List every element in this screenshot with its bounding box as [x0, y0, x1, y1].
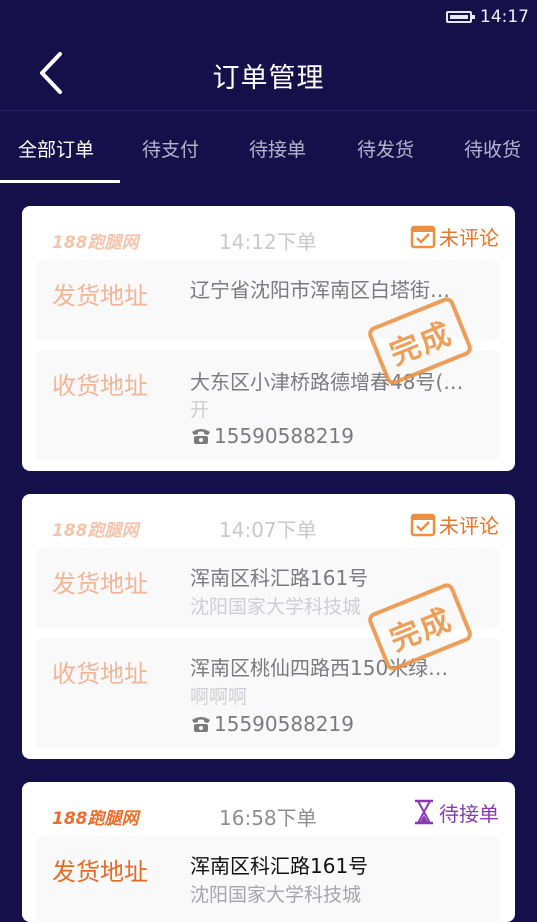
receiver-label: 收货地址 — [52, 372, 148, 400]
status-bar: 14:17 — [0, 0, 537, 36]
status-label: 未评论 — [439, 513, 499, 538]
sender-label: 发货地址 — [52, 570, 148, 598]
sender-address-detail: 沈阳国家大学科技城 — [190, 884, 362, 906]
status-label: 待接单 — [439, 801, 499, 826]
receiver-address-detail: 开 — [190, 399, 210, 421]
stamp-text: 完成 — [385, 602, 458, 659]
app-header: 订单管理 — [0, 36, 537, 110]
receiver-phone[interactable]: 15590588219 — [190, 424, 354, 448]
sender-label: 发货地址 — [52, 282, 148, 310]
phone-number: 15590588219 — [214, 424, 354, 448]
order-time: 16:58下单 — [219, 806, 317, 830]
order-card-header: 188跑腿网 14:12下单 未评论 — [22, 206, 515, 264]
review-status-button[interactable]: 未评论 — [410, 222, 499, 250]
status-label: 未评论 — [439, 225, 499, 250]
waiting-accept-status[interactable]: 待接单 — [412, 798, 499, 826]
telephone-icon — [192, 717, 210, 732]
battery-icon — [446, 11, 475, 23]
tab-pending-receive[interactable]: 待收货 — [464, 135, 521, 162]
tab-all-orders[interactable]: 全部订单 — [18, 135, 94, 162]
sender-label: 发货地址 — [52, 858, 148, 886]
sender-section: 发货地址 浑南区科汇路161号 沈阳国家大学科技城 — [36, 836, 500, 922]
telephone-icon — [192, 429, 210, 444]
order-card[interactable]: 188跑腿网 14:07下单 未评论 发货地址 浑南区科汇路161号 沈阳国家大… — [22, 494, 515, 759]
hourglass-icon — [415, 799, 433, 825]
tab-pending-ship[interactable]: 待发货 — [357, 135, 414, 162]
order-card-header: 188跑腿网 14:07下单 未评论 — [22, 494, 515, 552]
receiver-address: 大东区小津桥路德增春48号(… — [190, 370, 464, 394]
brand-logo: 188跑腿网 — [52, 233, 139, 253]
order-time: 14:07下单 — [219, 518, 317, 542]
phone-number: 15590588219 — [214, 712, 354, 736]
brand-logo: 188跑腿网 — [52, 521, 139, 541]
review-status-button[interactable]: 未评论 — [410, 510, 499, 538]
tab-pending-payment[interactable]: 待支付 — [142, 135, 199, 162]
tab-pending-accept[interactable]: 待接单 — [249, 135, 306, 162]
order-tabs: 全部订单 待支付 待接单 待发货 待收货 — [0, 111, 537, 183]
status-time: 14:17 — [480, 7, 529, 27]
active-tab-indicator — [0, 180, 120, 183]
stamp-text: 完成 — [385, 316, 458, 373]
brand-logo: 188跑腿网 — [52, 809, 139, 829]
page-title: 订单管理 — [212, 63, 325, 94]
sender-address: 浑南区科汇路161号 — [190, 854, 369, 878]
receiver-label: 收货地址 — [52, 660, 148, 688]
receiver-address: 浑南区桃仙四路西150米绿… — [190, 656, 449, 680]
check-calendar-icon — [410, 225, 436, 249]
check-calendar-icon — [410, 513, 436, 537]
order-card[interactable]: 188跑腿网 14:12下单 未评论 发货地址 辽宁省沈阳市浑南区白塔街… 收货… — [22, 206, 515, 471]
order-card-header: 188跑腿网 16:58下单 待接单 — [22, 782, 515, 840]
receiver-address-detail: 啊啊啊 — [190, 686, 248, 708]
order-card[interactable]: 188跑腿网 16:58下单 待接单 发货地址 浑南区科汇路161号 沈阳国家大… — [22, 782, 515, 922]
order-time: 14:12下单 — [219, 230, 317, 254]
sender-address-detail: 沈阳国家大学科技城 — [190, 596, 362, 618]
receiver-phone[interactable]: 15590588219 — [190, 712, 354, 736]
